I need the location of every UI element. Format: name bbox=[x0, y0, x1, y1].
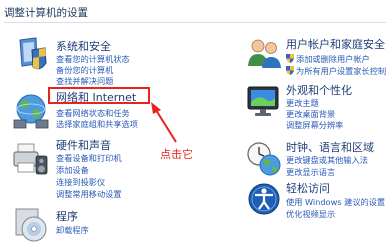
users-icon[interactable] bbox=[245, 34, 283, 72]
link-mobility-settings[interactable]: 调整常用移动设置 bbox=[56, 188, 122, 200]
annotation-label: 点击它 bbox=[160, 148, 193, 161]
programs-disc-icon[interactable] bbox=[12, 207, 50, 245]
link-find-fix-problems[interactable]: 查找并解决问题 bbox=[56, 75, 113, 87]
ease-of-access-icon[interactable] bbox=[245, 180, 283, 218]
category-title-hardware-sound[interactable]: 硬件和声音 bbox=[56, 137, 111, 153]
link-optimize-visual-display[interactable]: 优化视频显示 bbox=[286, 208, 335, 220]
category-title-appearance[interactable]: 外观和个性化 bbox=[286, 82, 352, 98]
system-security-icon[interactable] bbox=[14, 36, 52, 74]
link-add-remove-accounts[interactable]: 添加或删除用户帐户 bbox=[286, 53, 370, 65]
clock-globe-icon[interactable] bbox=[245, 140, 283, 178]
category-title-clock-region[interactable]: 时钟、语言和区域 bbox=[286, 139, 374, 155]
link-add-device[interactable]: 添加设备 bbox=[56, 164, 89, 176]
uac-shield-icon bbox=[286, 54, 294, 63]
link-label: 为所有用户设置家长控制 bbox=[296, 66, 387, 76]
highlight-box bbox=[48, 87, 150, 104]
link-homegroup-sharing[interactable]: 选择家庭组和共享选项 bbox=[56, 118, 138, 130]
link-uninstall-program[interactable]: 卸载程序 bbox=[56, 224, 89, 236]
annotation-arrow bbox=[151, 102, 177, 143]
link-change-keyboard[interactable]: 更改键盘或其他输入法 bbox=[286, 154, 368, 166]
category-title-user-accounts[interactable]: 用户帐户和家庭安全 bbox=[286, 36, 385, 52]
link-label: 添加或删除用户帐户 bbox=[296, 54, 370, 64]
category-title-programs[interactable]: 程序 bbox=[56, 208, 78, 224]
hardware-printer-icon[interactable] bbox=[12, 140, 50, 178]
link-windows-suggested-settings[interactable]: 使用 Windows 建议的设置 bbox=[286, 196, 385, 208]
appearance-monitor-icon[interactable] bbox=[245, 82, 283, 120]
network-globe-icon[interactable] bbox=[12, 92, 50, 130]
page-title: 调整计算机的设置 bbox=[4, 7, 88, 19]
link-devices-printers[interactable]: 查看设备和打印机 bbox=[56, 152, 122, 164]
link-parental-controls[interactable]: 为所有用户设置家长控制 bbox=[286, 65, 386, 77]
category-title-system-security[interactable]: 系统和安全 bbox=[56, 38, 111, 54]
category-title-ease-of-access[interactable]: 轻松访问 bbox=[286, 180, 330, 196]
uac-shield-icon bbox=[286, 66, 294, 75]
link-change-display-language[interactable]: 更改显示语言 bbox=[286, 166, 335, 178]
link-adjust-resolution[interactable]: 调整屏幕分辨率 bbox=[286, 119, 343, 131]
link-connect-projector[interactable]: 连接到投影仪 bbox=[56, 176, 105, 188]
title-divider bbox=[4, 22, 386, 23]
